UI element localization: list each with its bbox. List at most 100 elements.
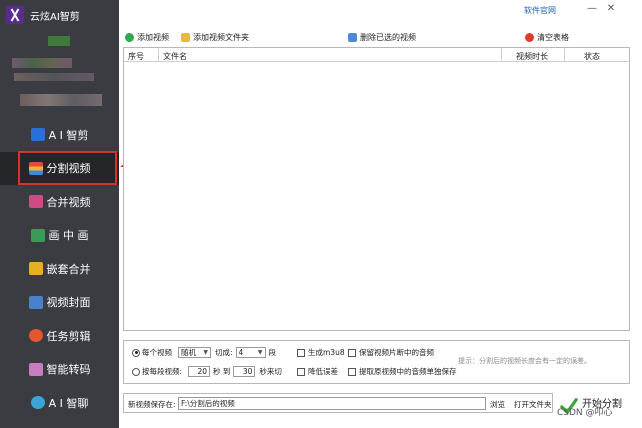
hint-text: 提示：分割后的视频长度会有一定的误差。 (458, 357, 591, 365)
task-edit-icon (28, 329, 43, 343)
app-title: 云炫AI智剪 (30, 11, 80, 23)
reduce-error-label: 降低误差 (308, 367, 338, 376)
keep-audio-checkbox[interactable] (348, 348, 356, 357)
nav-label: 智能转码 (46, 363, 91, 377)
add-video-label: 添加视频 (137, 33, 169, 42)
smart-transcode-icon (28, 362, 43, 376)
nav-item-ai-cut[interactable]: A I 智剪 (0, 118, 119, 152)
nav-label: 视频封面 (46, 296, 91, 310)
clear-table-label: 清空表格 (537, 33, 569, 42)
m3u8-label: 生成m3u8 (308, 348, 345, 357)
per-segment-label: 按每段视频: (142, 367, 183, 376)
mode-value: 随机 (181, 348, 196, 357)
video-table[interactable]: 序号 文件名 视频时长 状态 (123, 47, 630, 331)
per-segment-radio[interactable] (132, 367, 140, 376)
count-value: 4 (238, 348, 244, 357)
nav-item-split-video[interactable]: 分割视频 (0, 151, 119, 185)
split-video-icon (28, 161, 43, 175)
open-folder-button[interactable]: 打开文件夹 (514, 399, 552, 410)
keep-audio-label: 保留视频片断中的音频 (359, 348, 434, 357)
add-folder-label: 添加视频文件夹 (193, 33, 249, 42)
nav-item-smart-transcode[interactable]: 智能转码 (0, 353, 119, 387)
nav-label: A I 智剪 (48, 128, 89, 142)
sidebar-nav: A I 智剪 分割视频 合并视频 画 中 画 嵌套合并 视频封面 任务剪辑 智能… (0, 118, 119, 420)
sidebar: 云炫AI智剪 A I 智剪 分割视频 合并视频 画 中 画 嵌套合并 视频封面 (0, 0, 119, 428)
per-video-row: 每个视频 随机 ▼ 切成: 4 ▼ 段 (132, 347, 276, 358)
sec-to-label: 秒 到 (213, 367, 231, 376)
col-divider (564, 48, 565, 62)
nav-item-merge-video[interactable]: 合并视频 (0, 185, 119, 219)
blurred-avatar (48, 36, 70, 46)
nav-item-task-edit[interactable]: 任务剪辑 (0, 319, 119, 353)
nav-label: 嵌套合并 (46, 262, 91, 276)
nav-label: 分割视频 (46, 162, 91, 176)
col-divider (501, 48, 502, 62)
ai-chat-icon (30, 396, 45, 410)
chevron-down-icon: ▼ (203, 349, 208, 356)
reduce-error-checkbox[interactable] (297, 367, 305, 376)
website-link[interactable]: 软件官网 (524, 5, 556, 16)
add-folder-button[interactable]: 添加视频文件夹 (181, 32, 249, 43)
nav-item-nest-merge[interactable]: 嵌套合并 (0, 252, 119, 286)
segments-label: 段 (268, 348, 277, 357)
per-video-label: 每个视频 (142, 348, 172, 357)
sec-cut-label: 秒来切 (259, 367, 282, 376)
folder-icon (181, 33, 190, 42)
toolbar: 添加视频 添加视频文件夹 删除已选的视频 清空表格 (119, 30, 642, 46)
col-filename: 文件名 (163, 52, 187, 61)
nav-label: 画 中 画 (48, 229, 89, 243)
video-cover-icon (28, 295, 43, 309)
col-index: 序号 (128, 52, 144, 61)
col-status: 状态 (584, 52, 600, 61)
delete-icon (348, 33, 357, 42)
per-video-radio[interactable] (132, 348, 140, 357)
picture-in-picture-icon (30, 228, 45, 242)
extract-audio-option: 提取原视频中的音频单独保存 (348, 366, 457, 377)
reduce-error-option: 降低误差 (297, 366, 338, 377)
nest-merge-icon (28, 262, 43, 276)
per-segment-row: 按每段视频: 20 秒 到 30 秒来切 (132, 366, 282, 377)
mode-select[interactable]: 随机 ▼ (178, 347, 211, 358)
delete-selected-button[interactable]: 删除已选的视频 (348, 32, 416, 43)
nav-item-ai-chat[interactable]: A I 智聊 (0, 386, 119, 420)
title-bar: 软件官网 — ✕ (119, 0, 642, 22)
from-seconds-input[interactable]: 20 (188, 366, 211, 377)
ai-cut-icon (30, 128, 45, 142)
blurred-user-info-2 (14, 73, 94, 81)
add-icon (125, 33, 134, 42)
nav-label: A I 智聊 (48, 396, 89, 410)
split-options: 每个视频 随机 ▼ 切成: 4 ▼ 段 按每段视频: 20 秒 到 30 秒来切 生… (123, 340, 630, 384)
save-path-input[interactable]: F:\分割后的视频 (178, 397, 486, 410)
m3u8-checkbox[interactable] (297, 348, 305, 357)
clear-table-button[interactable]: 清空表格 (525, 32, 569, 43)
add-video-button[interactable]: 添加视频 (125, 32, 169, 43)
nav-label: 任务剪辑 (46, 329, 91, 343)
nav-item-picture-in-picture[interactable]: 画 中 画 (0, 219, 119, 253)
blurred-account-status (20, 94, 102, 106)
delete-selected-label: 删除已选的视频 (360, 33, 416, 42)
cut-into-label: 切成: (215, 348, 233, 357)
watermark: CSDN @叩心 (557, 408, 613, 418)
browse-button[interactable]: 浏览 (490, 399, 505, 410)
extract-audio-checkbox[interactable] (348, 367, 356, 376)
chevron-down-icon: ▼ (257, 349, 263, 356)
blurred-user-info (12, 58, 72, 68)
app-logo-icon (6, 6, 24, 24)
table-header: 序号 文件名 视频时长 状态 (124, 48, 629, 62)
col-divider (158, 48, 159, 62)
m3u8-option: 生成m3u8 (297, 347, 345, 358)
save-path-label: 新视频保存在: (128, 400, 176, 409)
extract-audio-label: 提取原视频中的音频单独保存 (359, 367, 457, 376)
app-header: 云炫AI智剪 (0, 0, 119, 30)
col-duration: 视频时长 (516, 52, 548, 61)
minimize-button[interactable]: — (585, 2, 599, 16)
nav-item-video-cover[interactable]: 视频封面 (0, 286, 119, 320)
merge-video-icon (28, 195, 43, 209)
save-bar: 新视频保存在: F:\分割后的视频 浏览 打开文件夹 (123, 393, 553, 413)
to-seconds-input[interactable]: 30 (233, 366, 256, 377)
close-button[interactable]: ✕ (604, 2, 618, 16)
nav-label: 合并视频 (46, 195, 91, 209)
keep-audio-option: 保留视频片断中的音频 (348, 347, 434, 358)
clear-icon (525, 33, 534, 42)
count-select[interactable]: 4 ▼ (235, 347, 266, 358)
